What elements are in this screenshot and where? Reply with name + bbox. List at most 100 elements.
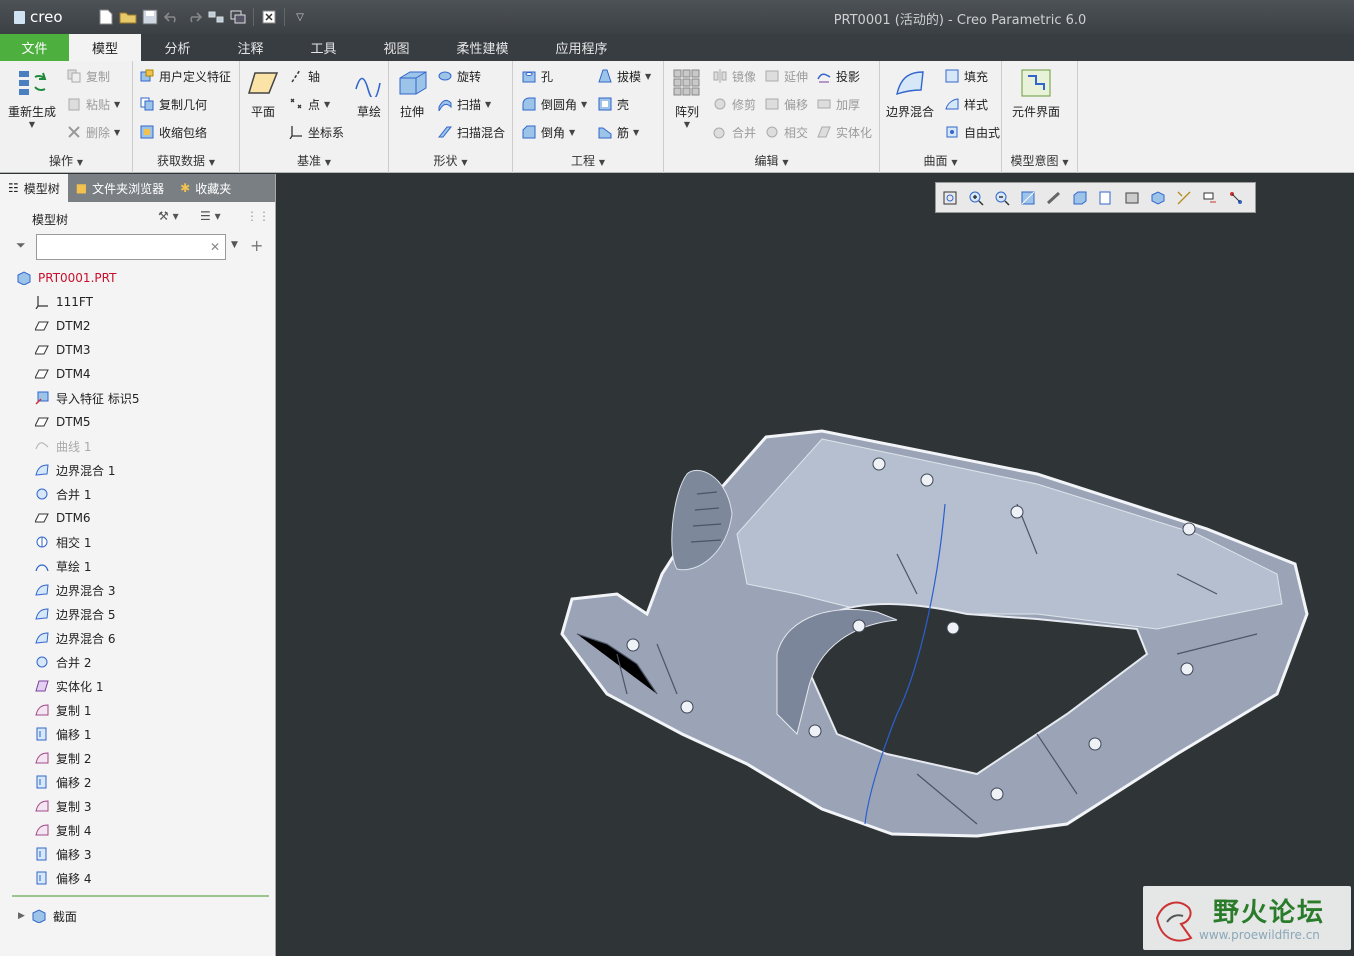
tree-item[interactable]: DTM5 bbox=[0, 410, 276, 434]
tree-root[interactable]: PRT0001.PRT bbox=[0, 266, 276, 290]
graphics-window[interactable]: 野火论坛 www.proewildfire.cn bbox=[277, 174, 1354, 956]
new-file-icon[interactable] bbox=[96, 7, 116, 27]
copy-button[interactable]: 复制 bbox=[66, 65, 110, 87]
draft-button[interactable]: 拔模 ▼ bbox=[597, 65, 651, 87]
tab-model-tree[interactable]: ☷ 模型树 bbox=[0, 174, 68, 202]
tree-item[interactable]: 边界混合 3 bbox=[0, 578, 276, 602]
tree-item[interactable]: 复制 4 bbox=[0, 818, 276, 842]
tab-analysis[interactable]: 分析 bbox=[141, 34, 214, 61]
chamfer-button[interactable]: 倒角 ▼ bbox=[521, 121, 575, 143]
tree-item[interactable]: 偏移 4 bbox=[0, 866, 276, 890]
tree-item[interactable]: 草绘 1 bbox=[0, 554, 276, 578]
tab-tools[interactable]: 工具 bbox=[287, 34, 360, 61]
windows-icon[interactable] bbox=[228, 7, 248, 27]
clear-search-icon[interactable]: ✕ bbox=[210, 240, 220, 254]
style-button[interactable]: 样式 bbox=[944, 93, 988, 115]
point-button[interactable]: 点 ▼ bbox=[288, 93, 330, 115]
tab-file[interactable]: 文件 bbox=[0, 34, 69, 61]
undo-icon[interactable] bbox=[162, 7, 182, 27]
round-button[interactable]: 倒圆角 ▼ bbox=[521, 93, 587, 115]
tree-item[interactable]: 曲线 1 bbox=[0, 434, 276, 458]
tree-item[interactable]: 边界混合 1 bbox=[0, 458, 276, 482]
open-folder-icon[interactable] bbox=[118, 7, 138, 27]
sweep-button[interactable]: 扫描 ▼ bbox=[437, 93, 491, 115]
paste-button[interactable]: 粘贴 ▼ bbox=[66, 93, 120, 115]
tree-item[interactable]: DTM2 bbox=[0, 314, 276, 338]
freestyle-button[interactable]: 自由式 bbox=[944, 121, 1000, 143]
offset-button[interactable]: 偏移 bbox=[764, 93, 808, 115]
section-node[interactable]: ▶ 截面 bbox=[0, 904, 77, 928]
tree-item[interactable]: DTM4 bbox=[0, 362, 276, 386]
tab-folder-browser[interactable]: ■ 文件夹浏览器 bbox=[68, 174, 172, 202]
pattern-button[interactable]: 阵列 ▼ bbox=[670, 67, 704, 129]
regenerate-icon[interactable] bbox=[206, 7, 226, 27]
boundary-blend-button[interactable]: 边界混合 bbox=[886, 67, 934, 120]
add-icon[interactable]: + bbox=[250, 236, 263, 255]
tree-item[interactable]: 偏移 2 bbox=[0, 770, 276, 794]
csys-button[interactable]: 坐标系 bbox=[288, 121, 344, 143]
search-dropdown-icon[interactable]: ▼ bbox=[231, 240, 238, 250]
close-window-icon[interactable] bbox=[259, 7, 279, 27]
group-label-model-intent[interactable]: 模型意图 ▼ bbox=[1002, 152, 1077, 169]
tree-item[interactable]: 边界混合 6 bbox=[0, 626, 276, 650]
sketch-button[interactable]: 草绘 bbox=[352, 67, 386, 120]
group-label-operations[interactable]: 操作 ▼ bbox=[0, 152, 132, 169]
project-button[interactable]: 投影 bbox=[816, 65, 860, 87]
component-interface-button[interactable]: 元件界面 bbox=[1012, 67, 1060, 120]
group-label-get-data[interactable]: 获取数据 ▼ bbox=[133, 152, 239, 169]
part-model[interactable] bbox=[277, 174, 1354, 956]
solidify-button[interactable]: 实体化 bbox=[816, 121, 872, 143]
extrude-button[interactable]: 拉伸 bbox=[395, 67, 429, 120]
tab-favorites[interactable]: ✱ 收藏夹 bbox=[172, 174, 239, 202]
trim-button[interactable]: 修剪 bbox=[712, 93, 756, 115]
tree-item[interactable]: 边界混合 5 bbox=[0, 602, 276, 626]
search-input[interactable] bbox=[36, 234, 226, 260]
show-options-icon[interactable]: ☰ ▾ bbox=[200, 209, 221, 223]
tab-model[interactable]: 模型 bbox=[69, 34, 141, 61]
regenerate-button[interactable]: 重新生成 ▼ bbox=[8, 67, 56, 129]
copy-geometry-button[interactable]: 复制几何 bbox=[139, 93, 207, 115]
delete-button[interactable]: 删除 ▼ bbox=[66, 121, 120, 143]
group-label-surfaces[interactable]: 曲面 ▼ bbox=[880, 152, 1001, 169]
tree-item[interactable]: 复制 1 bbox=[0, 698, 276, 722]
mirror-button[interactable]: 镜像 bbox=[712, 65, 756, 87]
tree-item[interactable]: DTM3 bbox=[0, 338, 276, 362]
customize-toolbar-icon[interactable]: ▽ bbox=[290, 7, 310, 27]
tree-item[interactable]: 导入特征 标识5 bbox=[0, 386, 276, 410]
filter-icon[interactable]: ⏷ bbox=[16, 238, 26, 253]
redo-icon[interactable] bbox=[184, 7, 204, 27]
intersect-button[interactable]: 相交 bbox=[764, 121, 808, 143]
udf-button[interactable]: 用户定义特征 bbox=[139, 65, 231, 87]
plane-button[interactable]: 平面 bbox=[246, 67, 280, 120]
group-label-editing[interactable]: 编辑 ▼ bbox=[664, 152, 879, 169]
group-label-shapes[interactable]: 形状 ▼ bbox=[389, 152, 512, 169]
axis-button[interactable]: 轴 bbox=[288, 65, 320, 87]
fill-button[interactable]: 填充 bbox=[944, 65, 988, 87]
save-icon[interactable] bbox=[140, 7, 160, 27]
shrinkwrap-button[interactable]: 收缩包络 bbox=[139, 121, 207, 143]
hole-button[interactable]: 孔 bbox=[521, 65, 553, 87]
settings-icon[interactable]: ⚒ ▾ bbox=[158, 209, 179, 223]
tab-applications[interactable]: 应用程序 bbox=[532, 34, 631, 61]
tree-item[interactable]: 实体化 1 bbox=[0, 674, 276, 698]
revolve-button[interactable]: 旋转 bbox=[437, 65, 481, 87]
tree-filter-grid-icon[interactable]: ⋮⋮ bbox=[246, 209, 270, 223]
shell-button[interactable]: 壳 bbox=[597, 93, 629, 115]
tab-annotate[interactable]: 注释 bbox=[214, 34, 287, 61]
tab-view[interactable]: 视图 bbox=[360, 34, 433, 61]
tree-item[interactable]: 合并 2 bbox=[0, 650, 276, 674]
extend-button[interactable]: 延伸 bbox=[764, 65, 808, 87]
tab-flexible-modeling[interactable]: 柔性建模 bbox=[433, 34, 532, 61]
tree-item[interactable]: 合并 1 bbox=[0, 482, 276, 506]
tree-item[interactable]: 111FT bbox=[0, 290, 276, 314]
thicken-button[interactable]: 加厚 bbox=[816, 93, 860, 115]
tree-item[interactable]: 偏移 3 bbox=[0, 842, 276, 866]
group-label-engineering[interactable]: 工程 ▼ bbox=[513, 152, 663, 169]
merge-button[interactable]: 合并 bbox=[712, 121, 756, 143]
tree-item[interactable]: 复制 3 bbox=[0, 794, 276, 818]
expand-arrow-icon[interactable]: ▶ bbox=[18, 911, 25, 921]
tree-item[interactable]: DTM6 bbox=[0, 506, 276, 530]
tree-item[interactable]: 偏移 1 bbox=[0, 722, 276, 746]
tree-item[interactable]: 相交 1 bbox=[0, 530, 276, 554]
sweep-blend-button[interactable]: 扫描混合 bbox=[437, 121, 505, 143]
